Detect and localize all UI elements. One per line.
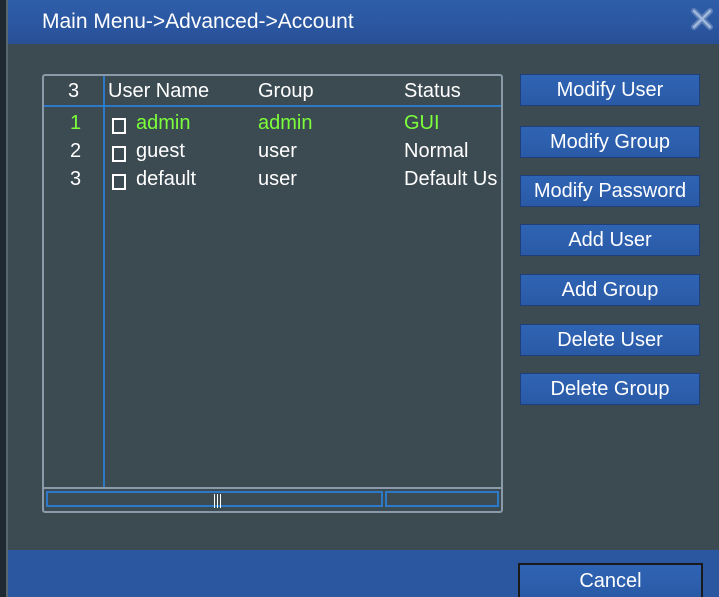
row-index: 1 xyxy=(70,112,82,134)
scroll-grip-icon[interactable] xyxy=(214,494,222,508)
column-divider xyxy=(103,76,105,487)
user-name-cell: admin xyxy=(136,112,191,134)
horizontal-scrollbar[interactable] xyxy=(44,487,501,511)
modify-user-button[interactable]: Modify User xyxy=(520,74,700,106)
row-index: 3 xyxy=(70,168,82,190)
status-cell: Normal xyxy=(404,140,469,162)
modify-group-button[interactable]: Modify Group xyxy=(520,126,700,158)
cancel-button[interactable]: Cancel xyxy=(518,563,703,597)
user-name-cell: guest xyxy=(136,140,185,162)
scrollbar-track[interactable] xyxy=(46,491,383,508)
header-divider xyxy=(44,105,501,107)
status-cell: GUI xyxy=(404,112,440,134)
row-index: 2 xyxy=(70,140,82,162)
status-cell: Default Us xyxy=(404,168,498,190)
group-cell: admin xyxy=(258,112,313,134)
row-checkbox[interactable] xyxy=(112,146,126,162)
user-table: 3 User Name Group Status 1 admin admin G… xyxy=(42,74,503,513)
group-cell: user xyxy=(258,140,297,162)
add-group-button[interactable]: Add Group xyxy=(520,274,700,306)
row-checkbox[interactable] xyxy=(112,118,126,134)
scrollbar-end-segment[interactable] xyxy=(385,491,499,507)
delete-group-button[interactable]: Delete Group xyxy=(520,373,700,405)
title-bar: Main Menu->Advanced->Account xyxy=(8,0,719,44)
column-header-status[interactable]: Status xyxy=(404,80,461,103)
group-cell: user xyxy=(258,168,297,190)
user-name-cell: default xyxy=(136,168,197,190)
add-user-button[interactable]: Add User xyxy=(520,224,700,256)
window-title: Main Menu->Advanced->Account xyxy=(42,10,354,33)
row-checkbox[interactable] xyxy=(112,174,126,190)
modify-password-button[interactable]: Modify Password xyxy=(520,175,700,207)
column-header-group[interactable]: Group xyxy=(258,80,314,103)
delete-user-button[interactable]: Delete User xyxy=(520,324,700,356)
account-dialog: Main Menu->Advanced->Account 3 User Name… xyxy=(6,0,719,597)
column-header-user-name[interactable]: User Name xyxy=(108,80,209,103)
count-header: 3 xyxy=(68,80,80,102)
close-icon[interactable] xyxy=(687,4,717,34)
